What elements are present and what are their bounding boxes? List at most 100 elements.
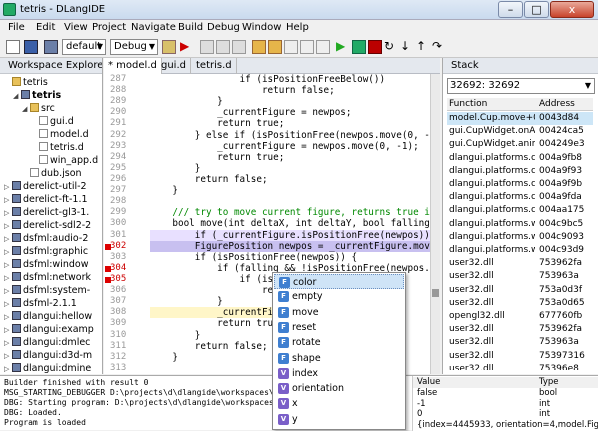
- code-line[interactable]: FigurePosition newpos = _currentFigure.m…: [150, 240, 432, 252]
- tree-item[interactable]: ◢ src: [22, 102, 55, 115]
- code-line[interactable]: _currentFigure = newpos.move(0, -1);: [150, 141, 419, 152]
- code-line[interactable]: }: [150, 163, 201, 174]
- stack-row[interactable]: user32.dll 75396e8: [447, 363, 593, 370]
- stack-row[interactable]: user32.dll 753a0d65: [447, 297, 593, 310]
- completion-item[interactable]: Vx: [274, 396, 404, 411]
- code-line[interactable]: }: [150, 185, 178, 196]
- stack-row[interactable]: user32.dll 753963a: [447, 270, 593, 283]
- tree-item[interactable]: ▷ dsfml:audio-2: [4, 232, 88, 245]
- line-number-gutter[interactable]: 287 288 289 290 291 292 293 294 295 296 297 298 299 3…: [104, 74, 136, 374]
- tree-toggle-icon[interactable]: ◢: [22, 103, 30, 116]
- tree-item[interactable]: ▷ dlangui:d3d-m: [4, 349, 92, 362]
- code-line[interactable]: /// try to move current figure, returns …: [150, 207, 432, 218]
- variable-row[interactable]: 0 int: [413, 409, 598, 420]
- menu-window[interactable]: Window: [242, 22, 281, 33]
- code-line[interactable]: }: [150, 96, 223, 107]
- tree-item[interactable]: model.d: [31, 128, 89, 141]
- stack-row[interactable]: dlangui.platforms.con 004aa175: [447, 204, 593, 217]
- stack-row[interactable]: opengl32.dll 677760fb: [447, 310, 593, 323]
- undo-icon[interactable]: [252, 40, 266, 54]
- tree-item[interactable]: ▷ dlangui:dmlec: [4, 336, 90, 349]
- comment-icon[interactable]: [316, 40, 330, 54]
- completion-item[interactable]: Fcolor: [274, 274, 404, 289]
- variable-row[interactable]: false bool: [413, 388, 598, 399]
- tree-item[interactable]: win_app.d: [31, 154, 98, 167]
- code-line[interactable]: }: [150, 330, 201, 341]
- completion-item[interactable]: Vy: [274, 412, 404, 427]
- tree-item[interactable]: ◢ tetris: [13, 89, 61, 102]
- stack-row[interactable]: user32.dll 753963a: [447, 336, 593, 349]
- stack-row[interactable]: dlangui.platforms.con 004a9f93: [447, 165, 593, 178]
- stack-row[interactable]: dlangui.platforms.win 004c9bc5: [447, 218, 593, 231]
- stack-row[interactable]: gui.CupWidget.anima 004249e3: [447, 138, 593, 151]
- code-line[interactable]: return false;: [150, 85, 335, 96]
- stack-row[interactable]: dlangui.platforms.win 004c93d9: [447, 244, 593, 257]
- workspace-icon[interactable]: [44, 40, 58, 54]
- stack-row[interactable]: gui.CupWidget.onAni 00424ca5: [447, 125, 593, 138]
- tree-item[interactable]: ▷ dlangui:hellow: [4, 310, 92, 323]
- tree-toggle-icon[interactable]: ◢: [13, 90, 21, 103]
- completion-popup[interactable]: Fcolor Fempty Fmove Freset Frotate Fshape Vind…: [272, 272, 406, 430]
- code-line[interactable]: _currentFigure = newpos;: [150, 107, 351, 118]
- tree-item[interactable]: ▷ dsfml:system-: [4, 284, 90, 297]
- tree-item[interactable]: ▷ derelict-sdl2-2: [4, 219, 91, 232]
- stack-row[interactable]: dlangui.platforms.win 004c9093: [447, 231, 593, 244]
- code-line[interactable]: }: [150, 352, 178, 363]
- menu-edit[interactable]: Edit: [36, 22, 55, 33]
- copy-icon[interactable]: [200, 40, 214, 54]
- menu-navigate[interactable]: Navigate: [131, 22, 176, 33]
- tree-item[interactable]: ▷ dsfml-2.1.1: [4, 297, 77, 310]
- new-file-icon[interactable]: [6, 40, 20, 54]
- tree-item[interactable]: ▷ dsfml:window: [4, 258, 88, 271]
- menu-project[interactable]: Project: [92, 22, 126, 33]
- code-line[interactable]: return false;: [150, 341, 268, 352]
- completion-item[interactable]: Fshape: [274, 351, 404, 366]
- stack-row[interactable]: dlangui.platforms.con 004a9fb8: [447, 152, 593, 165]
- menu-help[interactable]: Help: [286, 22, 309, 33]
- code-line[interactable]: if (isPositionFree(newpos)) {: [150, 252, 357, 263]
- code-line[interactable]: } else if (isPositionFree(newpos.move(0,…: [150, 130, 432, 141]
- menu-build[interactable]: Build: [178, 22, 203, 33]
- editor-scrollbar[interactable]: [430, 74, 440, 374]
- menu-file[interactable]: File: [8, 22, 25, 33]
- tree-item[interactable]: tetris: [4, 76, 48, 89]
- replace-icon[interactable]: [300, 40, 314, 54]
- stop-icon[interactable]: [368, 40, 382, 54]
- tab-tetris-d[interactable]: tetris.d: [192, 58, 237, 74]
- tree-item[interactable]: ▷ dsfml:network: [4, 271, 91, 284]
- maximize-button[interactable]: □: [524, 1, 549, 18]
- step-over-icon[interactable]: ↷: [432, 40, 446, 54]
- menu-debug[interactable]: Debug: [207, 22, 240, 33]
- pause-icon[interactable]: [352, 40, 366, 54]
- code-line[interactable]: return true;: [150, 118, 284, 129]
- cut-icon[interactable]: [232, 40, 246, 54]
- run-icon[interactable]: ▶: [180, 40, 194, 54]
- build-config-select[interactable]: Debug ▼: [110, 39, 158, 55]
- tree-toggle-icon[interactable]: ▷: [4, 363, 12, 374]
- tab-gui-d[interactable]: gui.d: [157, 58, 191, 74]
- tree-item[interactable]: dub.json: [22, 167, 82, 180]
- stack-row[interactable]: user32.dll 753962fa: [447, 257, 593, 270]
- scrollbar-thumb[interactable]: [432, 289, 439, 297]
- step-out-icon[interactable]: ↑: [416, 40, 430, 54]
- completion-item[interactable]: Vindex: [274, 366, 404, 381]
- code-line[interactable]: if (_currentFigure.isPositionFree(newpos…: [150, 229, 432, 241]
- tree-item[interactable]: ▷ dlangui:examp: [4, 323, 94, 336]
- completion-item[interactable]: Freset: [274, 320, 404, 335]
- stack-row[interactable]: model.Cup.move+0x4 0043d84: [447, 112, 593, 126]
- tree-item[interactable]: ▷ dsfml:graphic: [4, 245, 88, 258]
- tree-item[interactable]: ▷ dlangui:dmine: [4, 362, 91, 374]
- step-into-icon[interactable]: ↓: [400, 40, 414, 54]
- continue-icon[interactable]: ▶: [336, 40, 350, 54]
- code-line[interactable]: return true;: [150, 318, 284, 329]
- workspace-config-select[interactable]: default ▼: [62, 39, 106, 55]
- close-button[interactable]: x: [550, 1, 594, 18]
- code-line[interactable]: return true;: [150, 152, 284, 163]
- completion-item[interactable]: Fempty: [274, 289, 404, 304]
- tree-item[interactable]: tetris.d: [31, 141, 84, 154]
- completion-item[interactable]: Fmove: [274, 305, 404, 320]
- completion-item[interactable]: Vorientation: [274, 381, 404, 396]
- variable-row[interactable]: -1 int: [413, 399, 598, 410]
- tree-item[interactable]: ▷ derelict-gl3-1.: [4, 206, 89, 219]
- stack-row[interactable]: user32.dll 753962fa: [447, 323, 593, 336]
